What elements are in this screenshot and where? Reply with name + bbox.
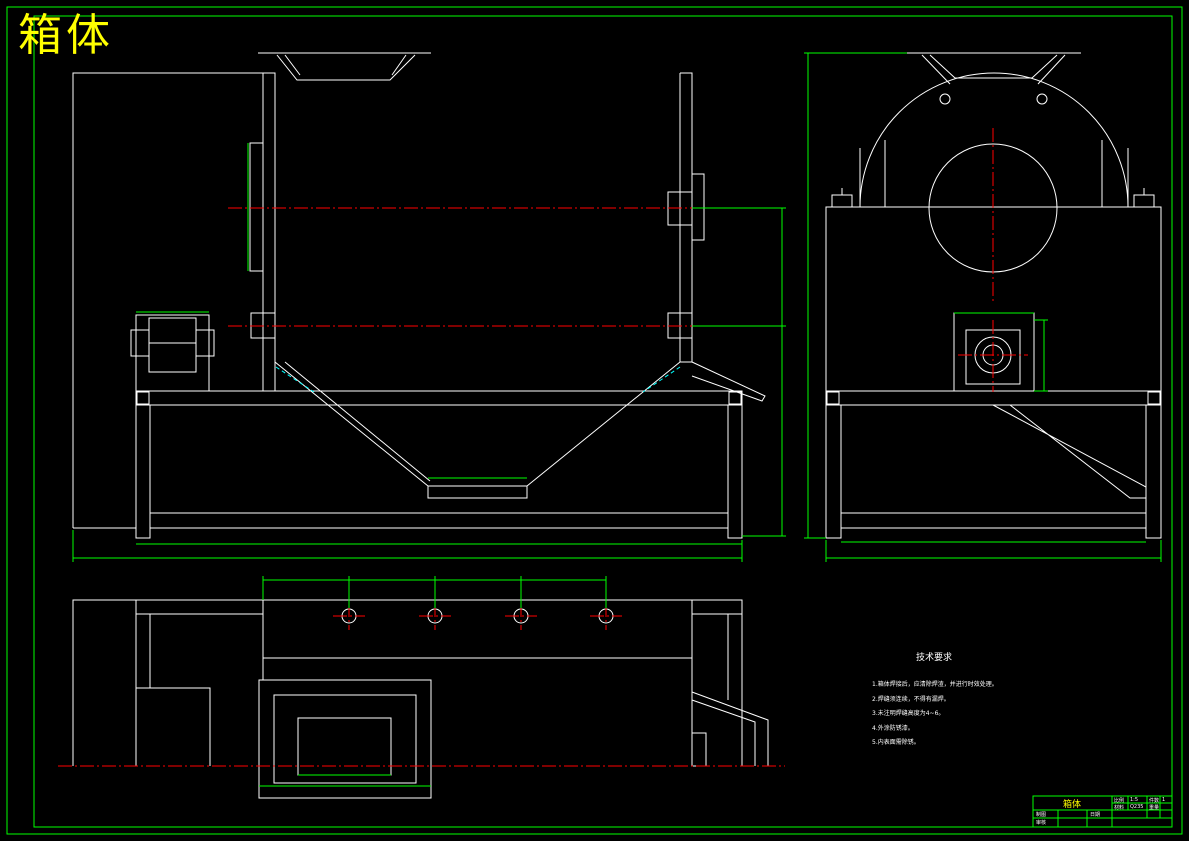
title-block-cell: 制图 bbox=[1036, 812, 1047, 818]
title-block-cell: 审核 bbox=[1036, 820, 1047, 826]
technical-requirement-note: 5.内表面需除锈。 bbox=[872, 739, 920, 746]
top-view-dimensions bbox=[259, 576, 607, 787]
title-block-cell: 件数 bbox=[1149, 798, 1160, 804]
title-block-cell: 重量 bbox=[1149, 805, 1160, 811]
technical-requirement-note: 4.外涂防锈漆。 bbox=[872, 724, 914, 732]
front-view bbox=[72, 52, 766, 539]
front-view-dimensions bbox=[72, 143, 786, 562]
title-block-cell: 材料 bbox=[1114, 805, 1125, 811]
title-block-cell: 比例 bbox=[1114, 798, 1125, 804]
top-view-centerlines bbox=[58, 603, 785, 767]
title-block-cell: 1 bbox=[1162, 797, 1166, 803]
title-block-cell: 1:5 bbox=[1130, 797, 1139, 803]
technical-requirement-note: 3.未注明焊缝高度为4~6。 bbox=[872, 710, 945, 717]
title-block-part-name: 箱体 bbox=[1063, 800, 1082, 810]
top-view bbox=[72, 599, 769, 799]
side-view-dimensions bbox=[804, 52, 1162, 562]
technical-requirements-heading: 技术要求 bbox=[916, 653, 953, 663]
engineering-drawing bbox=[6, 6, 1183, 835]
front-view-centerlines bbox=[228, 207, 708, 327]
title-block-cell: 日期 bbox=[1090, 812, 1101, 818]
technical-requirement-note: 1.箱体焊接后，应清除焊渣，并进行时效处理。 bbox=[872, 681, 998, 688]
technical-requirements-list: 1.箱体焊接后，应清除焊渣，并进行时效处理。 2.焊缝须连续，不得有漏焊。 3.… bbox=[872, 681, 998, 754]
sheet-frame bbox=[6, 6, 1183, 835]
side-view-centerlines bbox=[958, 128, 1028, 392]
title-block-cell: Q235 bbox=[1130, 804, 1144, 810]
technical-requirement-note: 2.焊缝须连续，不得有漏焊。 bbox=[872, 695, 950, 703]
drawing-title: 箱体 bbox=[18, 10, 114, 61]
front-view-hidden bbox=[275, 366, 681, 393]
